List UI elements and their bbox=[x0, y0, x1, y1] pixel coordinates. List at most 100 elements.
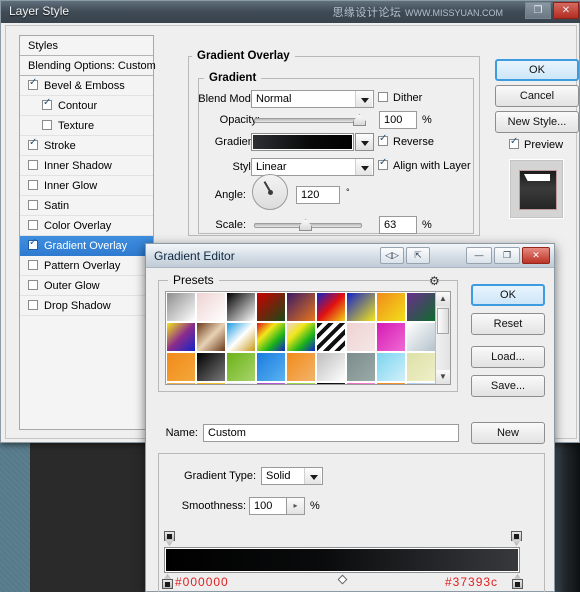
color-stop-left[interactable] bbox=[162, 574, 173, 589]
maximize-icon[interactable]: ❐ bbox=[494, 247, 520, 264]
sidebar-item-bevel-emboss[interactable]: Bevel & Emboss bbox=[20, 76, 153, 96]
gradient-preset-swatch[interactable] bbox=[376, 292, 406, 322]
gradient-preset-swatch[interactable] bbox=[346, 322, 376, 352]
gradient-preset-swatch[interactable] bbox=[256, 292, 286, 322]
gradient-preset-swatch[interactable] bbox=[286, 292, 316, 322]
gradient-preset-swatch[interactable] bbox=[166, 292, 196, 322]
gradient-preset-swatch[interactable] bbox=[316, 292, 346, 322]
gradient-preset-swatch[interactable] bbox=[166, 382, 196, 384]
effect-checkbox[interactable] bbox=[28, 200, 38, 210]
presets-scrollbar[interactable]: ▲ ▼ bbox=[435, 292, 450, 384]
effect-checkbox[interactable] bbox=[28, 300, 38, 310]
effect-checkbox[interactable] bbox=[28, 77, 38, 90]
effect-checkbox[interactable] bbox=[28, 160, 38, 170]
restore-icon[interactable]: ❐ bbox=[525, 2, 551, 19]
sidebar-item-inner-shadow[interactable]: Inner Shadow bbox=[20, 156, 153, 176]
scroll-up-icon[interactable]: ▲ bbox=[436, 292, 450, 306]
gradient-preset-swatch[interactable] bbox=[316, 352, 346, 382]
sidebar-item-outer-glow[interactable]: Outer Glow bbox=[20, 276, 153, 296]
gradient-editor-reset-button[interactable]: Reset bbox=[471, 313, 545, 335]
gradient-bar[interactable] bbox=[164, 547, 520, 573]
effect-checkbox[interactable] bbox=[28, 220, 38, 230]
sidebar-item-stroke[interactable]: Stroke bbox=[20, 136, 153, 156]
layer-style-titlebar[interactable]: Layer Style 思缘设计论坛 WWW.MISSYUAN.COM ❐ ✕ bbox=[1, 1, 580, 23]
sidebar-item-styles[interactable]: Styles bbox=[20, 36, 153, 56]
float-icon[interactable]: ⇱ bbox=[406, 247, 430, 264]
gradient-preset-swatch[interactable] bbox=[256, 322, 286, 352]
gradient-preset-swatch[interactable] bbox=[406, 352, 436, 382]
gradient-editor-load-button[interactable]: Load... bbox=[471, 346, 545, 368]
cancel-button[interactable]: Cancel bbox=[495, 85, 579, 107]
effect-checkbox[interactable] bbox=[42, 97, 52, 110]
smoothness-input[interactable]: 100 bbox=[249, 497, 287, 515]
gradient-preset-swatch[interactable] bbox=[316, 382, 346, 384]
gradient-preset-swatch[interactable] bbox=[406, 322, 436, 352]
gradient-preset-swatch[interactable] bbox=[196, 382, 226, 384]
minimize-icon[interactable]: — bbox=[466, 247, 492, 264]
effect-checkbox[interactable] bbox=[28, 260, 38, 270]
presets-scroll-area[interactable]: ▲ ▼ bbox=[165, 291, 451, 385]
sidebar-item-pattern-overlay[interactable]: Pattern Overlay bbox=[20, 256, 153, 276]
opacity-stop-right[interactable] bbox=[511, 531, 522, 546]
name-input[interactable]: Custom bbox=[203, 424, 459, 442]
opacity-stop-left[interactable] bbox=[164, 531, 175, 546]
sidebar-item-contour[interactable]: Contour bbox=[20, 96, 153, 116]
gradient-preset-swatch[interactable] bbox=[376, 382, 406, 384]
gradient-preset-swatch[interactable] bbox=[226, 292, 256, 322]
gradient-preset-swatch[interactable] bbox=[376, 352, 406, 382]
gradient-preset-swatch[interactable] bbox=[346, 352, 376, 382]
gradient-preset-swatch[interactable] bbox=[166, 352, 196, 382]
presets-grid[interactable] bbox=[166, 292, 436, 384]
scrollbar-thumb[interactable] bbox=[437, 308, 449, 334]
gradient-preset-swatch[interactable] bbox=[286, 322, 316, 352]
sidebar-item-color-overlay[interactable]: Color Overlay bbox=[20, 216, 153, 236]
effect-checkbox[interactable] bbox=[28, 137, 38, 150]
gradient-preset-swatch[interactable] bbox=[346, 292, 376, 322]
sidebar-item-inner-glow[interactable]: Inner Glow bbox=[20, 176, 153, 196]
gradient-preset-swatch[interactable] bbox=[196, 322, 226, 352]
gradient-editor-ok-button[interactable]: OK bbox=[471, 284, 545, 306]
align-with-layer-checkbox[interactable]: Align with Layer bbox=[378, 157, 471, 172]
sidebar-item-drop-shadow[interactable]: Drop Shadow bbox=[20, 296, 153, 316]
gradient-preset-swatch[interactable] bbox=[226, 322, 256, 352]
gradient-preset-swatch[interactable] bbox=[286, 352, 316, 382]
sidebar-item-texture[interactable]: Texture bbox=[20, 116, 153, 136]
gradient-preset-swatch[interactable] bbox=[316, 322, 346, 352]
gradient-preset-swatch[interactable] bbox=[406, 292, 436, 322]
gradient-preset-swatch[interactable] bbox=[226, 382, 256, 384]
angle-dial[interactable] bbox=[252, 174, 288, 210]
gear-icon[interactable]: ⚙ bbox=[429, 274, 440, 288]
gradient-preset-swatch[interactable] bbox=[196, 352, 226, 382]
effect-checkbox[interactable] bbox=[28, 280, 38, 290]
sidebar-item-blending-options-custom[interactable]: Blending Options: Custom bbox=[20, 56, 156, 76]
gradient-preset-swatch[interactable] bbox=[286, 382, 316, 384]
dock-icon[interactable]: ◁▷ bbox=[380, 247, 404, 264]
gradient-preset-swatch[interactable] bbox=[346, 382, 376, 384]
smoothness-stepper-icon[interactable]: ▸ bbox=[287, 497, 305, 515]
gradient-preview-swatch[interactable] bbox=[251, 133, 354, 151]
gradient-preset-swatch[interactable] bbox=[196, 292, 226, 322]
gradient-picker-chevron-icon[interactable] bbox=[355, 133, 374, 151]
dither-checkbox[interactable]: Dither bbox=[378, 92, 422, 104]
gradient-preset-swatch[interactable] bbox=[166, 322, 196, 352]
preview-checkbox[interactable]: Preview bbox=[509, 136, 563, 151]
sidebar-item-satin[interactable]: Satin bbox=[20, 196, 153, 216]
gradient-preset-swatch[interactable] bbox=[256, 352, 286, 382]
opacity-slider[interactable] bbox=[254, 118, 362, 123]
reverse-checkbox[interactable]: Reverse bbox=[378, 133, 434, 148]
close-icon[interactable]: ✕ bbox=[553, 2, 579, 19]
effect-checkbox[interactable] bbox=[28, 180, 38, 190]
styles-sidebar[interactable]: Styles Blending Options: Custom Bevel & Em… bbox=[19, 35, 156, 430]
gradient-preset-swatch[interactable] bbox=[226, 352, 256, 382]
blend-mode-select[interactable]: Normal bbox=[251, 90, 374, 108]
ok-button[interactable]: OK bbox=[495, 59, 579, 81]
scale-input[interactable]: 63 bbox=[379, 216, 417, 234]
new-style-button[interactable]: New Style... bbox=[495, 111, 579, 133]
gradient-preset-swatch[interactable] bbox=[406, 382, 436, 384]
opacity-input[interactable]: 100 bbox=[379, 111, 417, 129]
gradient-editor-titlebar[interactable]: Gradient Editor ◁▷ ⇱ — ❐ ✕ bbox=[146, 244, 554, 268]
effect-checkbox[interactable] bbox=[42, 120, 52, 130]
gradient-type-select[interactable]: Solid bbox=[261, 467, 323, 485]
sidebar-item-gradient-overlay[interactable]: Gradient Overlay bbox=[20, 236, 153, 256]
angle-input[interactable]: 120 bbox=[296, 186, 340, 204]
